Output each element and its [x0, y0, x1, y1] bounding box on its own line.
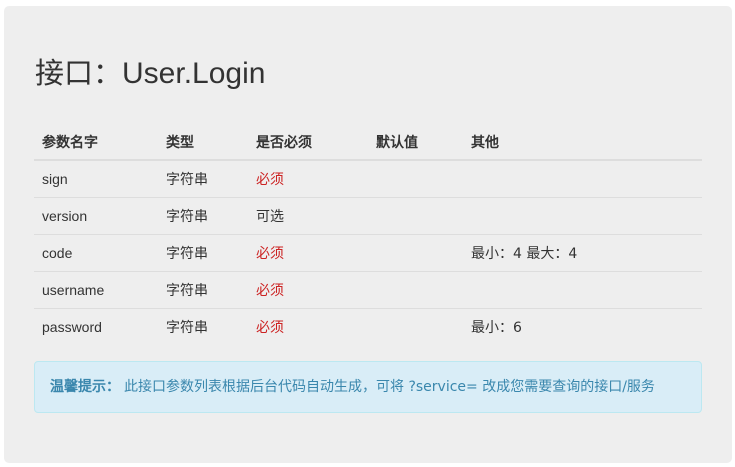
param-other: [463, 271, 702, 309]
header-default: 默认值: [368, 124, 463, 161]
param-default: [368, 271, 463, 309]
tip-text: 此接口参数列表根据后台代码自动生成，可将 ?service= 改成您需要查询的接…: [124, 379, 655, 395]
param-name: password: [42, 318, 102, 335]
table-row: password 字符串 必须 最小：6: [34, 308, 702, 345]
header-other: 其他: [463, 124, 702, 161]
header-type: 类型: [158, 124, 248, 161]
api-doc-panel: 接口：User.Login 参数名字 类型 是否必须 默认值 其他 sign 字…: [4, 6, 732, 463]
param-other: 最小：6: [471, 319, 522, 336]
table-row: username 字符串 必须: [34, 271, 702, 309]
table-row: sign 字符串 必须: [34, 160, 702, 198]
params-table: 参数名字 类型 是否必须 默认值 其他 sign 字符串 必须 version …: [34, 124, 702, 345]
param-type: 字符串: [166, 319, 208, 336]
header-param-name: 参数名字: [34, 124, 158, 161]
table-row: version 字符串 可选: [34, 197, 702, 235]
param-name: sign: [34, 160, 158, 198]
param-other: [463, 160, 702, 198]
param-default: [368, 197, 463, 235]
param-required: 必须: [248, 160, 368, 198]
page-title: 接口：User.Login: [35, 54, 265, 93]
param-other: [463, 197, 702, 235]
param-default: [368, 308, 463, 345]
param-default: [368, 234, 463, 272]
title-prefix: 接口：: [35, 56, 123, 90]
param-required: 可选: [248, 197, 368, 235]
header-required: 是否必须: [248, 124, 368, 161]
param-type: 字符串: [158, 234, 248, 272]
table-header-row: 参数名字 类型 是否必须 默认值 其他: [34, 124, 702, 161]
param-required: 必须: [248, 271, 368, 309]
param-type: 字符串: [158, 271, 248, 309]
table-row: code 字符串 必须 最小：4 最大：4: [34, 234, 702, 272]
tip-alert: 温馨提示： 此接口参数列表根据后台代码自动生成，可将 ?service= 改成您需…: [34, 361, 702, 413]
tip-label: 温馨提示：: [50, 379, 120, 395]
api-name: User.Login: [122, 57, 266, 90]
param-default: [368, 160, 463, 198]
param-type: 字符串: [158, 197, 248, 235]
param-name: code: [34, 234, 158, 272]
param-required: 必须: [248, 234, 368, 272]
param-name: username: [34, 271, 158, 309]
param-type: 字符串: [158, 160, 248, 198]
param-name: version: [34, 197, 158, 235]
param-other: 最小：4 最大：4: [463, 234, 702, 272]
param-required: 必须: [256, 319, 284, 336]
